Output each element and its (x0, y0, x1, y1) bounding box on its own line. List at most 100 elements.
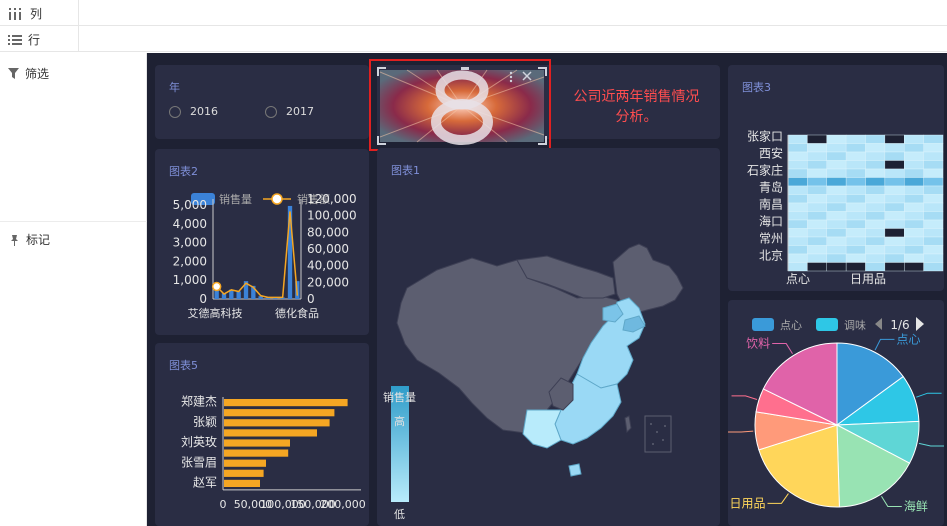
y-tick-label: 0 (199, 292, 207, 306)
pie-legend-label: 点心 (780, 319, 802, 332)
image-widget-selection[interactable] (369, 59, 551, 151)
x-tick-label: 艾德高科技 (188, 306, 243, 320)
heatmap-cell (865, 177, 886, 187)
pie-legend-page: 1/6 (890, 318, 909, 332)
pie-legend-swatch (752, 318, 774, 331)
radio-icon (169, 105, 181, 118)
y2-tick-label: 100,000 (307, 209, 357, 223)
pie-legend-next-icon[interactable] (916, 317, 924, 331)
chart1-panel: 图表1 销售量 高 低 (377, 148, 720, 526)
heatmap-cell (807, 219, 827, 229)
heatmap-cell (923, 177, 944, 187)
heatmap-cell (807, 245, 827, 255)
heatmap-cell (807, 253, 827, 263)
heatmap-cell (807, 202, 827, 212)
map-region-taiwan[interactable] (624, 415, 632, 434)
heatmap-cell (923, 168, 944, 178)
map-region-south[interactable] (522, 409, 562, 449)
pie-legend-prev-icon[interactable] (875, 318, 882, 330)
columns-label: 列 (30, 7, 43, 21)
hbar-bar (224, 459, 266, 467)
heatmap-cell (865, 185, 886, 195)
heatmap-cell (865, 245, 886, 255)
heatmap-cell (787, 143, 808, 153)
heatmap-cell (807, 194, 827, 204)
heatmap-cell (904, 236, 924, 246)
heatmap-cell (807, 177, 827, 187)
hbar-y-label: 张颖 (193, 415, 217, 429)
rows-shelf[interactable]: 行 (0, 26, 947, 52)
decorative-image (377, 67, 547, 145)
heatmap-cell (807, 211, 827, 221)
y2-tick-label: 120,000 (307, 192, 357, 206)
heatmap-cell (807, 134, 827, 144)
chart5-panel: 图表5 郑建杰 张颖 刘英玫 张雪眉 赵军 0 50,000 100,000 150,000 20… (155, 343, 369, 526)
hbar-y-label: 赵军 (193, 476, 217, 490)
y2-tick-label: 40,000 (307, 259, 349, 273)
chart2-combo-chart: 销售量 销售额5,0004,0003,0002,0001,0000120,0001… (173, 192, 357, 320)
dashboard-title-line1: 公司近两年销售情况 (573, 89, 700, 105)
year-option-2016[interactable]: 2016 (169, 105, 218, 118)
columns-shelf[interactable]: 列 (0, 0, 947, 26)
heatmap-cell (826, 262, 847, 272)
heatmap-y-label: 南昌 (759, 197, 783, 212)
filter-section[interactable]: 筛选 (8, 65, 49, 82)
heatmap-cell (865, 236, 886, 246)
pie-slice-label: 海鲜 (904, 498, 928, 513)
heatmap-cell (787, 228, 808, 238)
heatmap-cell (845, 168, 866, 178)
heatmap-cell (923, 143, 944, 153)
heatmap-cell (923, 262, 944, 272)
heatmap-cell (787, 194, 808, 204)
heatmap-cell (807, 236, 827, 246)
map-legend-title: 销售量 (383, 390, 416, 404)
rows-icon (8, 34, 22, 45)
rows-shelf-label: 行 (8, 31, 40, 48)
year-option-label: 2016 (190, 105, 218, 118)
map-region-hainan[interactable] (568, 463, 582, 477)
heatmap-cell (904, 160, 924, 170)
heatmap-cell (807, 160, 827, 170)
heatmap-cell (904, 185, 924, 195)
heatmap-cell (787, 185, 808, 195)
pie-slice-label: 日用品 (729, 496, 765, 510)
pie-label-line (731, 395, 758, 400)
chart2-panel: 图表2 销售量 销售额 5,000 4,000 3,000 2,000 1,000 0 120,… (155, 149, 369, 335)
heatmap-cell (865, 143, 886, 153)
heatmap-cell (923, 228, 944, 238)
year-option-label: 2017 (286, 105, 314, 118)
year-option-2017[interactable]: 2017 (265, 105, 314, 118)
line-marker (211, 281, 222, 292)
heatmap-cell (826, 134, 847, 144)
pie-chart: 点心 调味 1/6点心海鲜日用品饮料 (728, 317, 944, 513)
heatmap-cell (807, 168, 827, 178)
heatmap-cell (865, 253, 886, 263)
heatmap-cell (845, 245, 866, 255)
heatmap-cell (865, 228, 886, 238)
rows-label: 行 (28, 33, 41, 47)
heatmap-y-label: 北京 (759, 249, 783, 263)
pie-legend-swatch (816, 318, 838, 331)
y-tick-label: 5,000 (173, 198, 207, 212)
heatmap-cell (787, 253, 808, 263)
heatmap-cell (787, 160, 808, 170)
heatmap-cell (807, 228, 827, 238)
hbar-y-label: 张雪眉 (181, 455, 217, 469)
hbar-bar (224, 479, 260, 487)
filter-icon (8, 68, 19, 79)
mark-section[interactable]: 标记 (8, 231, 50, 248)
more-icon[interactable] (509, 71, 513, 83)
radio-icon (265, 105, 277, 118)
heatmap-y-label: 张家口 (747, 129, 783, 144)
hbar-x-tick-label: 0 (220, 498, 227, 511)
filter-label: 筛选 (25, 67, 50, 81)
heatmap-cell (904, 228, 924, 238)
side-panel: 筛选 标记 (0, 53, 147, 526)
heatmap-cell (787, 134, 808, 144)
heatmap-cell (845, 262, 866, 272)
pin-icon (11, 234, 18, 246)
pie-label-line (772, 343, 793, 354)
heatmap-cell (923, 194, 944, 204)
heatmap-cell (884, 177, 905, 187)
heatmap-cell (807, 143, 827, 153)
